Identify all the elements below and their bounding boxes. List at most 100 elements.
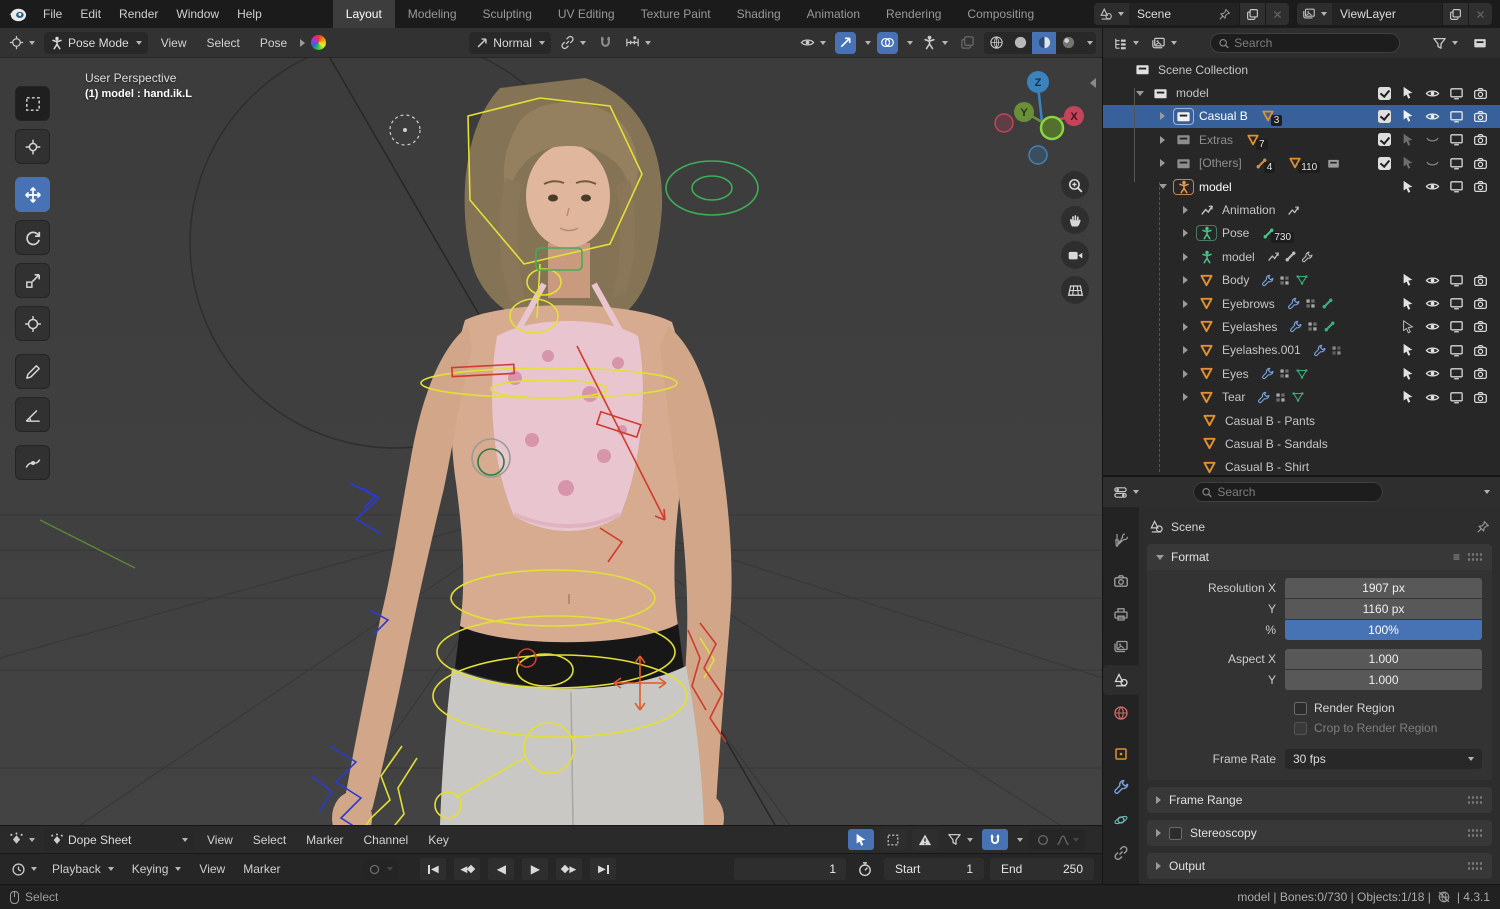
render-disable-toggle[interactable] <box>1468 273 1492 288</box>
expand-icon[interactable] <box>1183 299 1188 308</box>
navigation-gizmo[interactable]: Z Y X <box>986 66 1090 173</box>
pose-menu[interactable]: Pose <box>253 36 294 50</box>
outliner-row-model-data[interactable]: model <box>1103 245 1500 268</box>
tool-rotate[interactable] <box>15 220 50 255</box>
outliner-row-casual-b[interactable]: Casual B 3 <box>1103 104 1500 129</box>
tab-constraints[interactable] <box>1103 838 1139 868</box>
camera-view-button[interactable] <box>1061 241 1089 269</box>
selectable-toggle[interactable] <box>1396 366 1420 381</box>
scene-delete-button[interactable] <box>1265 3 1289 25</box>
tab-layout[interactable]: Layout <box>332 0 395 28</box>
tool-cursor[interactable] <box>15 129 50 164</box>
expand-icon[interactable] <box>1183 346 1188 355</box>
frame-range-panel[interactable]: Frame Range <box>1147 787 1492 813</box>
frame-rate-dropdown[interactable]: 30 fps <box>1285 749 1482 769</box>
view-menu[interactable]: View <box>154 36 194 50</box>
render-disable-toggle[interactable] <box>1468 366 1492 381</box>
expand-icon[interactable] <box>1160 112 1165 121</box>
properties-search-input[interactable] <box>1217 485 1375 499</box>
viewlayer-name-field[interactable]: ViewLayer <box>1332 7 1442 21</box>
render-disable-toggle[interactable] <box>1468 319 1492 334</box>
outliner-row-pose[interactable]: Pose 730 <box>1103 222 1500 245</box>
outliner-row-casual-b-shirt[interactable]: Casual B - Shirt <box>1103 456 1500 475</box>
resolution-x-field[interactable]: 1907 px <box>1285 578 1482 598</box>
tab-physics[interactable] <box>1103 805 1139 835</box>
hide-toggle[interactable] <box>1420 156 1444 171</box>
tab-tool[interactable] <box>1103 525 1139 555</box>
tool-curve-pen[interactable] <box>15 445 50 480</box>
presets-icon[interactable]: ≡ <box>1453 550 1460 564</box>
dopesheet-box-select-tool[interactable] <box>880 829 906 850</box>
hide-toggle[interactable] <box>1420 109 1444 124</box>
drag-grip-icon[interactable] <box>1467 828 1483 838</box>
outliner-row-eyebrows[interactable]: Eyebrows <box>1103 292 1500 315</box>
orthographic-toggle-button[interactable] <box>1061 276 1089 304</box>
render-disable-toggle[interactable] <box>1468 296 1492 311</box>
selectable-toggle[interactable] <box>1396 156 1420 171</box>
outliner-row-casual-b-sandals[interactable]: Casual B - Sandals <box>1103 432 1500 455</box>
selectable-toggle[interactable] <box>1396 343 1420 358</box>
selectable-toggle[interactable] <box>1396 86 1420 101</box>
expand-icon[interactable] <box>1183 369 1188 378</box>
hide-toggle[interactable] <box>1420 343 1444 358</box>
dopesheet-key-menu[interactable]: Key <box>421 833 456 847</box>
frame-start-field[interactable]: Start 1 <box>884 858 984 880</box>
xray-toggle[interactable] <box>919 32 951 54</box>
shading-dropdown[interactable] <box>1080 32 1096 54</box>
hide-toggle[interactable] <box>1420 273 1444 288</box>
tab-shading[interactable]: Shading <box>724 0 794 28</box>
visibility-dropdown[interactable] <box>797 32 829 54</box>
hide-toggle[interactable] <box>1420 132 1444 147</box>
shading-solid-button[interactable] <box>1008 32 1032 54</box>
render-disable-toggle[interactable] <box>1468 86 1492 101</box>
tool-scale[interactable] <box>15 263 50 298</box>
outliner-row-eyes[interactable]: Eyes <box>1103 362 1500 385</box>
dopesheet-editor-type-button[interactable] <box>6 829 38 851</box>
selectable-toggle[interactable] <box>1396 109 1420 124</box>
shading-material-button[interactable] <box>1032 31 1057 54</box>
render-disable-toggle[interactable] <box>1468 343 1492 358</box>
playback-menu[interactable]: Playback <box>46 862 120 876</box>
shading-wireframe-button[interactable] <box>984 32 1008 54</box>
editor-type-button[interactable] <box>6 32 38 54</box>
collapse-icon[interactable] <box>1135 90 1144 96</box>
expand-icon[interactable] <box>1183 393 1188 402</box>
outliner-row-animation[interactable]: Animation <box>1103 198 1500 221</box>
dopesheet-snap-toggle[interactable] <box>982 829 1008 850</box>
collection-checkbox[interactable] <box>1377 133 1391 147</box>
pan-hand-button[interactable] <box>1061 206 1089 234</box>
viewport-disable-toggle[interactable] <box>1444 296 1468 311</box>
new-collection-button[interactable] <box>1467 32 1493 54</box>
render-region-checkbox[interactable] <box>1294 701 1307 715</box>
transform-orientation-dropdown[interactable]: Normal <box>469 31 551 54</box>
dopesheet-mode-dropdown[interactable]: Dope Sheet <box>44 828 194 851</box>
selectable-toggle[interactable] <box>1396 273 1420 288</box>
keying-menu[interactable]: Keying <box>126 862 188 876</box>
hide-toggle[interactable] <box>1420 390 1444 405</box>
menu-help[interactable]: Help <box>228 0 271 28</box>
tab-view-layer[interactable] <box>1103 632 1139 662</box>
dopesheet-channel-menu[interactable]: Channel <box>357 833 416 847</box>
render-disable-toggle[interactable] <box>1468 156 1492 171</box>
dopesheet-select-menu[interactable]: Select <box>246 833 293 847</box>
menu-edit[interactable]: Edit <box>71 0 110 28</box>
outliner-row-scene-collection[interactable]: Scene Collection <box>1103 58 1500 81</box>
tab-output[interactable] <box>1103 599 1139 629</box>
outliner-row-body[interactable]: Body <box>1103 269 1500 292</box>
collection-checkbox[interactable] <box>1377 86 1391 100</box>
play-button[interactable]: ▶ <box>522 858 549 880</box>
viewport-disable-toggle[interactable] <box>1444 366 1468 381</box>
tool-annotate[interactable] <box>15 354 50 389</box>
expand-icon[interactable] <box>1183 252 1188 261</box>
viewlayer-browse-button[interactable] <box>1297 3 1332 25</box>
expand-icon[interactable] <box>1183 206 1188 215</box>
output-panel[interactable]: Output <box>1147 853 1492 879</box>
aspect-x-field[interactable]: 1.000 <box>1285 649 1482 669</box>
render-disable-toggle[interactable] <box>1468 390 1492 405</box>
jump-to-end-button[interactable]: ▶ <box>590 858 617 880</box>
menu-window[interactable]: Window <box>167 0 228 28</box>
properties-editor-type-button[interactable] <box>1110 481 1142 503</box>
viewport-3d[interactable]: User Perspective (1) model : hand.ik.L Z… <box>0 58 1102 825</box>
pin-icon[interactable] <box>1476 520 1490 534</box>
drag-grip-icon[interactable] <box>1467 795 1483 805</box>
